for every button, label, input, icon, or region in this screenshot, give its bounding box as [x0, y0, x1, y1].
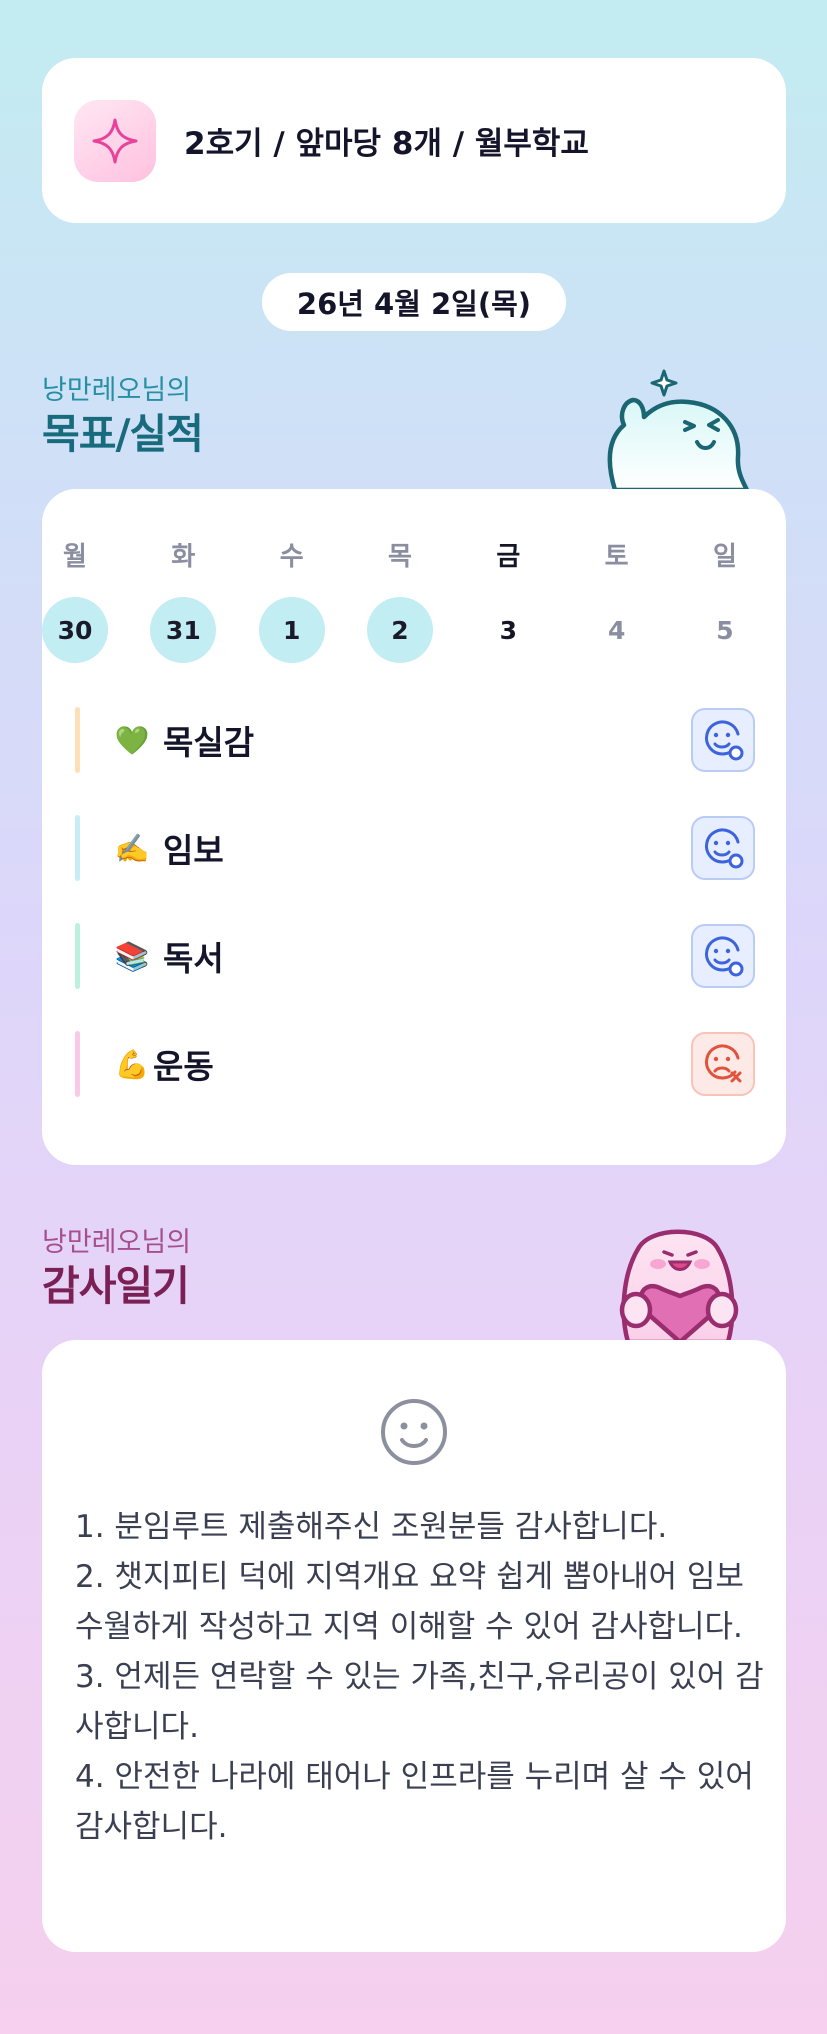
flexed-biceps-icon: 💪 [114, 1047, 150, 1081]
calendar-day-done[interactable]: 31 [150, 597, 217, 663]
date-pill[interactable]: 26년 4월 2일(목) [262, 273, 566, 331]
calendar-day-future[interactable]: 5 [692, 597, 758, 663]
weekday-label: 일 [713, 542, 737, 572]
goal-color-bar [75, 815, 80, 881]
weekday-label: 화 [171, 542, 196, 572]
gratitude-diary-text: 1. 분임루트 제출해주신 조원분들 감사합니다. 2. 챗지피티 덕에 지역개… [75, 1509, 764, 1845]
writing-hand-icon: ✍️ [114, 831, 150, 865]
calendar-day-future[interactable]: 4 [584, 597, 650, 663]
goal-color-bar [75, 923, 80, 989]
sparkle-icon [74, 99, 156, 182]
goal-color-bar [75, 1031, 80, 1097]
goal-row-dok-seo[interactable]: 📚 독서 [75, 923, 755, 989]
weekday-label: 월 [63, 542, 87, 572]
goal-label: 임보 [163, 831, 224, 870]
gratitude-section-title: 감사일기 [42, 1262, 190, 1310]
weekday-header: 월 화 수 목 금 토 일 [42, 536, 758, 573]
calendar-day-done[interactable]: 1 [258, 597, 325, 663]
goal-label: 독서 [163, 939, 224, 978]
calendar-day-today[interactable]: 3 [475, 597, 541, 663]
goal-row-un-dong[interactable]: 💪 운동 [75, 1031, 755, 1097]
goal-label: 목실감 [163, 723, 255, 762]
goal-row-im-bo[interactable]: ✍️ 임보 [75, 815, 755, 881]
calendar-day-done[interactable]: 2 [366, 597, 433, 663]
mascot-teal-icon [607, 369, 750, 492]
weekday-label: 토 [604, 542, 629, 572]
goal-row-mok-sil-gam[interactable]: 💚 목실감 [75, 707, 755, 773]
goal-status-achieved-icon[interactable] [691, 816, 755, 880]
green-heart-icon: 💚 [114, 723, 150, 757]
goal-status-not-achieved-icon[interactable] [691, 1032, 755, 1096]
calendar-day-done[interactable]: 30 [42, 597, 108, 663]
weekday-label: 수 [279, 542, 304, 572]
mascot-pink-icon [619, 1229, 739, 1342]
goal-status-achieved-icon[interactable] [691, 924, 755, 988]
goal-color-bar [75, 707, 80, 773]
weekday-label-today: 금 [496, 542, 521, 572]
books-icon: 📚 [114, 939, 150, 973]
goal-label: 운동 [153, 1047, 214, 1086]
smile-face-icon [381, 1399, 447, 1465]
header-title: 2호기 / 앞마당 8개 / 월부학교 [184, 126, 589, 162]
weekday-label: 목 [388, 542, 412, 572]
header-card: 2호기 / 앞마당 8개 / 월부학교 [42, 58, 786, 223]
goals-section-title: 목표/실적 [42, 410, 204, 458]
week-calendar: 30 31 1 2 3 4 5 [42, 597, 758, 663]
goal-status-achieved-icon[interactable] [691, 708, 755, 772]
